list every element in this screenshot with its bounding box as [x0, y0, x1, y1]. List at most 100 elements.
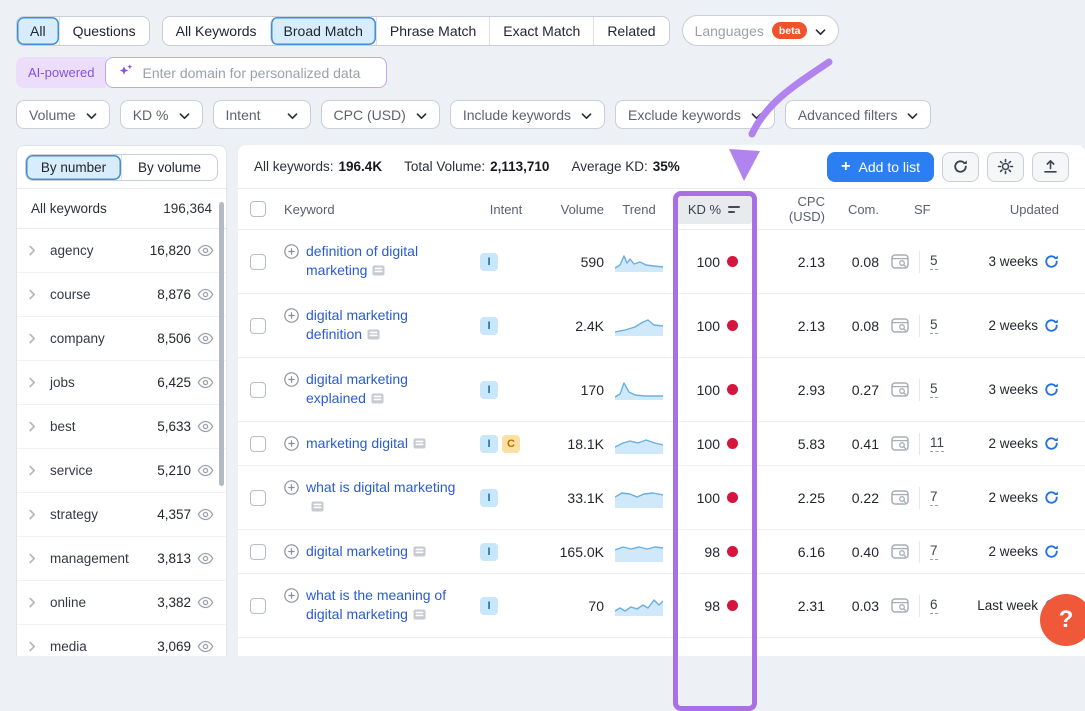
tab-questions[interactable]: Questions — [59, 17, 149, 45]
sf-count[interactable]: 6 — [930, 597, 938, 614]
filter-include-keywords[interactable]: Include keywords — [450, 100, 605, 129]
refresh-icon[interactable] — [1044, 490, 1059, 505]
sidebar-tab-by-volume[interactable]: By volume — [121, 155, 217, 180]
eye-icon[interactable] — [197, 596, 214, 609]
select-all-checkbox[interactable] — [250, 201, 266, 217]
sidebar-item-course[interactable]: course8,876 — [17, 273, 226, 317]
serp-preview-icon[interactable] — [891, 490, 909, 505]
refresh-icon[interactable] — [1044, 254, 1059, 269]
row-checkbox[interactable] — [250, 318, 266, 334]
sidebar-item-strategy[interactable]: strategy4,357 — [17, 493, 226, 537]
refresh-icon[interactable] — [1044, 382, 1059, 397]
sidebar-item-agency[interactable]: agency16,820 — [17, 229, 226, 273]
refresh-icon[interactable] — [1044, 544, 1059, 559]
col-volume[interactable]: Volume — [538, 202, 608, 217]
domain-input[interactable] — [142, 65, 374, 81]
sidebar-item-service[interactable]: service5,210 — [17, 449, 226, 493]
eye-icon[interactable] — [197, 508, 214, 521]
all-keywords-row[interactable]: All keywords 196,364 — [17, 189, 226, 229]
chevron-right-icon[interactable] — [29, 641, 43, 652]
serp-preview-icon[interactable] — [891, 436, 909, 451]
chevron-right-icon[interactable] — [29, 289, 43, 300]
refresh-icon[interactable] — [1044, 318, 1059, 333]
help-button[interactable]: ? — [1040, 594, 1085, 646]
row-checkbox[interactable] — [250, 544, 266, 560]
export-button[interactable] — [1032, 152, 1069, 182]
row-checkbox[interactable] — [250, 436, 266, 452]
languages-dropdown[interactable]: Languages beta — [682, 15, 840, 46]
add-keyword-icon[interactable] — [284, 244, 299, 259]
filter-intent[interactable]: Intent — [213, 100, 311, 129]
col-kd-sort[interactable]: KD % — [675, 194, 753, 224]
row-checkbox[interactable] — [250, 382, 266, 398]
sidebar-tab-by-number[interactable]: By number — [26, 155, 121, 180]
eye-icon[interactable] — [197, 640, 214, 653]
sidebar-item-online[interactable]: online3,382 — [17, 581, 226, 625]
col-com[interactable]: Com. — [828, 202, 883, 217]
col-updated[interactable]: Updated — [958, 202, 1085, 217]
sidebar-item-best[interactable]: best5,633 — [17, 405, 226, 449]
refresh-icon[interactable] — [1044, 436, 1059, 451]
chevron-right-icon[interactable] — [29, 377, 43, 388]
serp-preview-icon[interactable] — [891, 544, 909, 559]
sidebar-item-management[interactable]: management3,813 — [17, 537, 226, 581]
filter-advanced-filters[interactable]: Advanced filters — [785, 100, 932, 129]
sidebar-scrollbar-thumb[interactable] — [219, 202, 224, 486]
tab-all[interactable]: All — [17, 17, 59, 45]
filter-cpc-usd[interactable]: CPC (USD) — [321, 100, 440, 129]
chevron-right-icon[interactable] — [29, 245, 43, 256]
serp-icon[interactable] — [372, 262, 385, 281]
eye-icon[interactable] — [197, 288, 214, 301]
row-checkbox[interactable] — [250, 490, 266, 506]
keyword-link[interactable]: definition of digital marketing — [306, 242, 459, 281]
add-keyword-icon[interactable] — [284, 588, 299, 603]
eye-icon[interactable] — [197, 552, 214, 565]
chevron-right-icon[interactable] — [29, 333, 43, 344]
col-cpc[interactable]: CPC (USD) — [758, 194, 828, 224]
eye-icon[interactable] — [197, 376, 214, 389]
tab-exact-match[interactable]: Exact Match — [489, 17, 593, 45]
col-intent[interactable]: Intent — [474, 202, 538, 217]
add-keyword-icon[interactable] — [284, 436, 299, 451]
settings-button[interactable] — [987, 152, 1024, 182]
chevron-right-icon[interactable] — [29, 553, 43, 564]
eye-icon[interactable] — [197, 332, 214, 345]
serp-preview-icon[interactable] — [891, 254, 909, 269]
keyword-link[interactable]: digital marketing definition — [306, 306, 459, 345]
chevron-right-icon[interactable] — [29, 421, 43, 432]
refresh-button[interactable] — [942, 152, 979, 182]
add-keyword-icon[interactable] — [284, 544, 299, 559]
chevron-right-icon[interactable] — [29, 509, 43, 520]
sf-count[interactable]: 11 — [930, 435, 944, 452]
col-keyword[interactable]: Keyword — [274, 202, 474, 217]
sf-count[interactable]: 5 — [930, 317, 938, 334]
sidebar-item-media[interactable]: media3,069 — [17, 625, 226, 656]
eye-icon[interactable] — [197, 244, 214, 257]
serp-preview-icon[interactable] — [891, 382, 909, 397]
add-keyword-icon[interactable] — [284, 480, 299, 495]
tab-related[interactable]: Related — [593, 17, 668, 45]
sidebar-item-company[interactable]: company8,506 — [17, 317, 226, 361]
sf-count[interactable]: 7 — [930, 489, 938, 506]
chevron-right-icon[interactable] — [29, 465, 43, 476]
chevron-right-icon[interactable] — [29, 597, 43, 608]
eye-icon[interactable] — [197, 420, 214, 433]
sf-count[interactable]: 5 — [930, 253, 938, 270]
serp-icon[interactable] — [311, 498, 324, 517]
tab-broad-match[interactable]: Broad Match — [270, 17, 376, 45]
serp-icon[interactable] — [367, 326, 380, 345]
filter-exclude-keywords[interactable]: Exclude keywords — [615, 100, 775, 129]
serp-icon[interactable] — [413, 606, 426, 625]
serp-icon[interactable] — [413, 435, 426, 454]
add-keyword-icon[interactable] — [284, 308, 299, 323]
keyword-link[interactable]: marketing digital — [306, 434, 426, 454]
tab-phrase-match[interactable]: Phrase Match — [376, 17, 489, 45]
col-sf[interactable]: SF — [883, 202, 958, 217]
filter-kd[interactable]: KD % — [120, 100, 203, 129]
tab-all-keywords[interactable]: All Keywords — [163, 17, 270, 45]
sidebar-item-jobs[interactable]: jobs6,425 — [17, 361, 226, 405]
sf-count[interactable]: 5 — [930, 381, 938, 398]
serp-icon[interactable] — [371, 390, 384, 409]
serp-icon[interactable] — [413, 543, 426, 562]
filter-volume[interactable]: Volume — [16, 100, 110, 129]
